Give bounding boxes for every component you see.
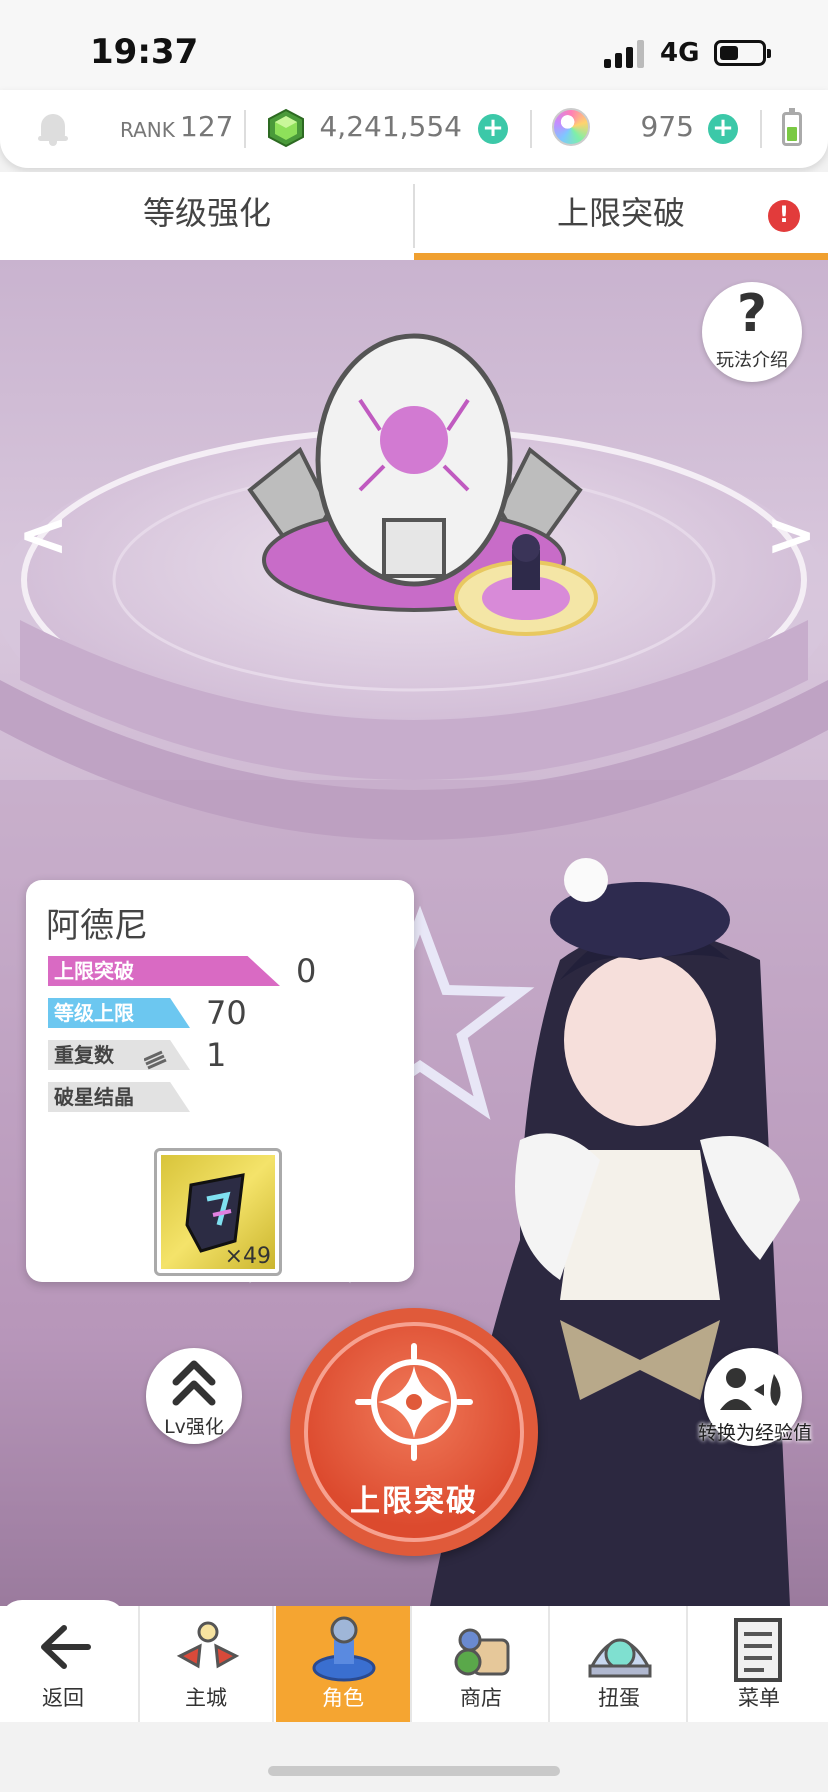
nav-gacha-label: 扭蛋 <box>598 1686 640 1710</box>
item-count: ×49 <box>224 1244 271 1269</box>
character-name: 阿德尼 <box>46 906 148 946</box>
home-indicator[interactable] <box>268 1766 560 1776</box>
gem-count: 4,241,554 <box>319 110 462 143</box>
character-info-card: 阿德尼 上限突破 0 等级上限 70 重复数 1 破星结晶 ×49 <box>26 880 414 1282</box>
divider <box>244 110 246 148</box>
signal-icon <box>604 40 646 68</box>
help-label: 玩法介绍 <box>716 350 788 371</box>
nav-city-label: 主城 <box>185 1686 227 1710</box>
nav-character[interactable]: 角色 <box>276 1606 412 1722</box>
shop-icon <box>454 1628 510 1676</box>
bell-icon[interactable] <box>38 112 68 146</box>
nav-menu[interactable]: 菜单 <box>690 1606 828 1722</box>
level-cap-label: 等级上限 <box>48 998 190 1028</box>
limit-break-stage: ? 玩法介绍 < > 阿德尼 上限突破 0 等级上限 70 重复数 1 破星结晶… <box>0 260 828 1606</box>
compass-star-icon <box>355 1343 473 1461</box>
question-icon: ? <box>736 284 768 344</box>
stack-icon <box>144 1050 167 1070</box>
nav-gacha[interactable]: 扭蛋 <box>552 1606 688 1722</box>
nav-city[interactable]: 主城 <box>138 1606 274 1722</box>
orb-icon <box>552 108 590 146</box>
nav-menu-label: 菜单 <box>738 1686 780 1710</box>
star-crystal-label: 破星结晶 <box>48 1082 190 1112</box>
nav-back[interactable]: 返回 <box>0 1600 126 1722</box>
divider <box>530 110 532 148</box>
level-cap-value: 70 <box>206 994 247 1032</box>
duplicates-value: 1 <box>206 1036 227 1074</box>
currency-bar: RANK 127 4,241,554 + 975 + <box>0 90 828 168</box>
tab-bar: 等级强化 上限突破 ! <box>0 172 828 260</box>
level-up-button[interactable]: Lv强化 <box>146 1348 242 1444</box>
add-gems-button[interactable]: + <box>478 114 508 144</box>
add-orbs-button[interactable]: + <box>708 114 738 144</box>
network-type: 4G <box>660 38 700 68</box>
status-bar: 19:37 4G <box>0 0 828 96</box>
city-icon <box>176 1621 240 1669</box>
level-up-label: Lv强化 <box>164 1416 224 1438</box>
divider <box>760 110 762 148</box>
rank-label: RANK <box>120 118 175 142</box>
limit-break-button[interactable]: 上限突破 <box>290 1308 538 1556</box>
limit-break-value: 0 <box>296 952 317 990</box>
alert-badge: ! <box>768 200 800 232</box>
gacha-icon <box>588 1638 652 1678</box>
limit-break-label: 上限突破 <box>48 956 280 986</box>
double-chevron-up-icon <box>172 1360 216 1406</box>
menu-icon <box>734 1618 782 1682</box>
rank-value: 127 <box>180 110 234 143</box>
convert-icon <box>720 1368 781 1410</box>
nav-character-label: 角色 <box>322 1686 364 1710</box>
home-indicator-area <box>0 1722 828 1792</box>
nav-back-label: 返回 <box>42 1686 84 1710</box>
gem-icon <box>268 108 304 148</box>
character-icon <box>312 1616 376 1682</box>
nav-shop[interactable]: 商店 <box>414 1606 550 1722</box>
duplicates-label: 重复数 <box>48 1040 190 1070</box>
back-arrow-icon <box>41 1625 91 1669</box>
prev-character-button[interactable]: < <box>18 500 68 570</box>
clock: 19:37 <box>90 32 199 72</box>
tab-level-up[interactable]: 等级强化 <box>0 172 414 260</box>
nav-shop-label: 商店 <box>460 1686 502 1710</box>
tab-limit-break[interactable]: 上限突破 <box>414 172 828 260</box>
convert-exp-label: 转换为经验值 <box>697 1422 812 1444</box>
orb-count: 975 <box>640 110 694 143</box>
star-crystal-item[interactable]: ×49 <box>154 1148 282 1276</box>
device-battery-icon <box>782 108 802 146</box>
battery-icon <box>714 40 771 66</box>
limit-break-button-label: 上限突破 <box>350 1484 478 1519</box>
next-character-button[interactable]: > <box>766 500 816 570</box>
bottom-nav: 返回 主城 角色 商店 扭蛋 菜单 <box>0 1600 828 1722</box>
help-button[interactable]: ? 玩法介绍 <box>702 282 802 382</box>
